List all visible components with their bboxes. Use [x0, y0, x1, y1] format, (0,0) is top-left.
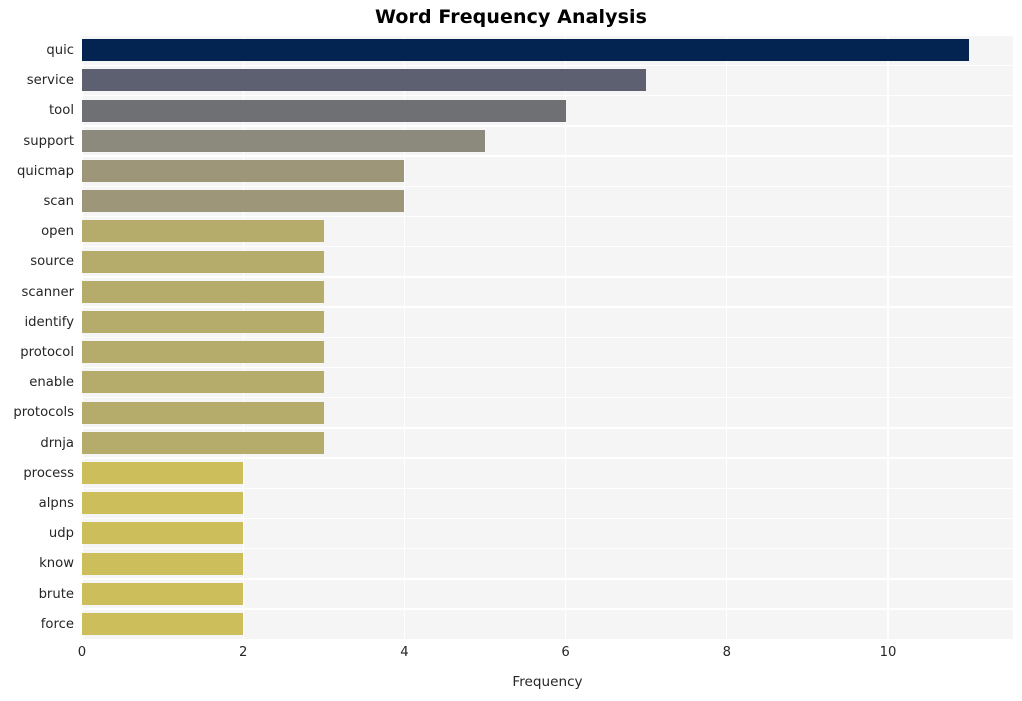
y-tick-label-quicmap: quicmap — [17, 163, 74, 179]
x-axis-tick-labels: 0 2 4 6 8 10 — [0, 645, 1022, 667]
bar-service[interactable] — [82, 69, 647, 92]
y-tick-label-protocol: protocol — [20, 345, 74, 360]
y-tick-label-udp: udp — [48, 526, 74, 542]
bar-brute[interactable] — [82, 582, 244, 605]
y-tick-label-force: force — [40, 616, 74, 632]
bar-quic[interactable] — [82, 39, 969, 62]
bar-row[interactable] — [82, 217, 1013, 248]
row-separator — [82, 638, 1013, 640]
bar-know[interactable] — [82, 552, 244, 575]
bar-row[interactable] — [82, 36, 1013, 67]
bar-process[interactable] — [82, 462, 244, 485]
x-tick-label-10: 10 — [879, 645, 897, 660]
bar-row[interactable] — [82, 368, 1013, 399]
y-tick-label-scan: scan — [43, 194, 74, 209]
x-tick-label-4: 4 — [400, 645, 409, 660]
x-tick-label-2: 2 — [239, 645, 248, 660]
bar-row[interactable] — [82, 66, 1013, 97]
x-tick-label-0: 0 — [77, 645, 87, 660]
bar-row[interactable] — [82, 247, 1013, 278]
y-tick-label-source: source — [30, 254, 74, 270]
y-tick-label-support: support — [23, 133, 74, 149]
bar-alpns[interactable] — [82, 492, 244, 515]
bar-row[interactable] — [82, 338, 1013, 369]
y-tick-label-identify: identify — [24, 314, 74, 330]
bar-tool[interactable] — [82, 99, 566, 122]
y-tick-label-brute: brute — [38, 586, 74, 602]
y-tick-label-alpns: alpns — [38, 496, 74, 511]
chart-title: Word Frequency Analysis — [374, 6, 648, 28]
y-tick-label-scanner: scanner — [21, 284, 74, 300]
bar-source[interactable] — [82, 250, 324, 273]
plot-area — [81, 36, 1013, 640]
bar-row[interactable] — [82, 489, 1013, 520]
bar-row[interactable] — [82, 398, 1013, 429]
y-tick-label-protocols: protocols — [13, 405, 74, 421]
bar-support[interactable] — [82, 129, 486, 152]
bar-row[interactable] — [82, 429, 1013, 459]
bar-row[interactable] — [82, 127, 1013, 157]
bar-open[interactable] — [82, 220, 324, 243]
bar-row[interactable] — [82, 610, 1013, 640]
bar-row[interactable] — [82, 96, 1013, 127]
bar-row[interactable] — [82, 278, 1013, 308]
y-tick-label-enable: enable — [29, 375, 74, 391]
bar-row[interactable] — [82, 549, 1013, 580]
bar-enable[interactable] — [82, 371, 324, 394]
bar-row[interactable] — [82, 187, 1013, 218]
bar-udp[interactable] — [82, 522, 244, 545]
bar-force[interactable] — [82, 613, 244, 636]
y-tick-label-quic: quic — [46, 43, 74, 58]
y-tick-label-open: open — [41, 224, 74, 240]
bars-layer — [82, 36, 1013, 640]
x-tick-label-6: 6 — [561, 645, 570, 660]
y-tick-label-drnja: drnja — [40, 435, 74, 451]
word-frequency-chart-figure: Word Frequency Analysis quic service tool s… — [0, 0, 1022, 701]
bar-row[interactable] — [82, 580, 1013, 610]
bar-scanner[interactable] — [82, 280, 324, 303]
x-tick-label-8: 8 — [722, 645, 732, 660]
x-axis-title: Frequency — [512, 674, 583, 690]
bar-quicmap[interactable] — [82, 160, 405, 183]
bar-protocols[interactable] — [82, 401, 324, 424]
bar-drnja[interactable] — [82, 431, 324, 454]
bar-row[interactable] — [82, 308, 1013, 338]
y-tick-label-know: know — [39, 556, 74, 572]
y-tick-label-service: service — [26, 73, 74, 89]
y-tick-label-tool: tool — [49, 103, 74, 119]
y-axis-tick-labels: quic service tool support quicmap scan open sou… — [0, 36, 74, 640]
bar-row[interactable] — [82, 157, 1013, 187]
bar-row[interactable] — [82, 519, 1013, 550]
bar-protocol[interactable] — [82, 341, 324, 364]
bar-row[interactable] — [82, 459, 1013, 489]
y-tick-label-process: process — [23, 465, 74, 481]
bar-scan[interactable] — [82, 190, 405, 213]
bar-identify[interactable] — [82, 311, 324, 334]
